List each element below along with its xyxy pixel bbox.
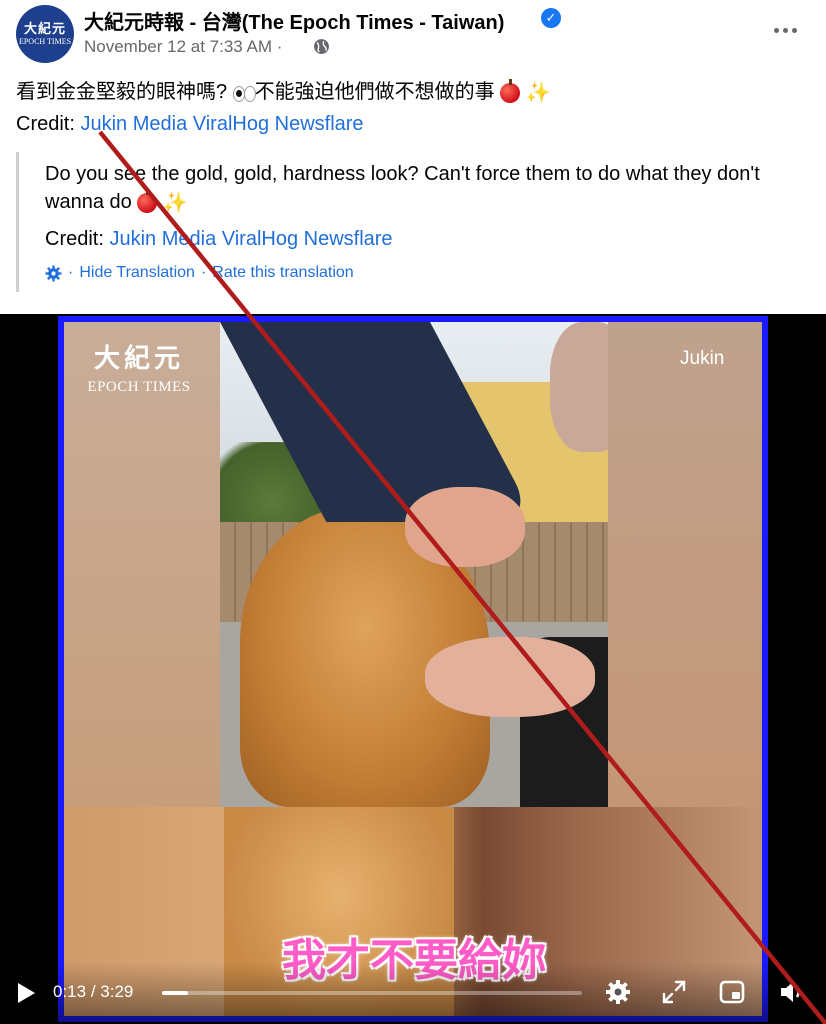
video-side-panel-right (608, 322, 762, 807)
sparkles-emoji-icon: ✨ (525, 82, 551, 105)
video-hand (405, 487, 525, 567)
hide-translation-link[interactable]: Hide Translation (79, 264, 195, 282)
fullscreen-icon[interactable] (660, 978, 688, 1006)
post-text: 看到金金堅毅的眼神嗎? 不能強迫他們做不想做的事 ✨ (16, 75, 551, 105)
verified-badge-icon: ✓ (541, 8, 561, 28)
video-player[interactable]: 大紀元 EPOCH TIMES Jukin 我才不要給妳 0:13 / 3:29 (0, 314, 826, 1024)
globe-icon (314, 39, 329, 54)
video-watermark: Jukin (680, 348, 725, 369)
logo-text-cn: 大紀元 (93, 344, 184, 374)
time-separator: / (90, 982, 96, 1001)
translation-credit: Credit: Jukin Media ViralHog Newsflare (45, 228, 393, 251)
video-frame: 大紀元 EPOCH TIMES Jukin 我才不要給妳 (58, 316, 768, 1022)
credit-label: Credit: (16, 113, 75, 135)
action-separator: · (68, 264, 74, 281)
avatar-logo-cn: 大紀元 (23, 22, 66, 37)
more-options-icon[interactable] (770, 18, 800, 42)
post-header: 大紀元 EPOCH TIMES 大紀元時報 - 台灣(The Epoch Tim… (0, 0, 826, 66)
avatar-logo-en: EPOCH TIMES (18, 37, 72, 46)
post-text-part1: 看到金金堅毅的眼神嗎? (16, 81, 228, 103)
apple-emoji-icon (500, 78, 521, 103)
logo-text-en: EPOCH TIMES (87, 379, 191, 395)
volume-icon[interactable] (778, 978, 806, 1006)
page-avatar[interactable]: 大紀元 EPOCH TIMES (16, 5, 74, 63)
translation-text: Do you see the gold, gold, hardness look… (45, 160, 805, 217)
rate-translation-link[interactable]: Rate this translation (212, 264, 353, 282)
translation-credit-links[interactable]: Jukin Media ViralHog Newsflare (109, 228, 392, 250)
translation-credit-label: Credit: (45, 228, 104, 250)
video-scene (220, 322, 630, 807)
translation-actions: · Hide Translation · Rate this translati… (45, 264, 354, 282)
post-timestamp[interactable]: November 12 at 7:33 AM (84, 37, 272, 56)
picture-in-picture-icon[interactable] (718, 978, 746, 1006)
progress-fill (162, 991, 189, 995)
video-hand-lower (425, 637, 595, 717)
gear-icon[interactable] (45, 265, 62, 282)
current-time: 0:13 (53, 982, 87, 1001)
action-separator: · (200, 264, 207, 281)
apple-emoji-icon (137, 188, 158, 213)
eyes-emoji-icon (232, 85, 256, 102)
post-meta: November 12 at 7:33 AM · (84, 37, 282, 57)
epoch-times-logo: 大紀元 EPOCH TIMES (74, 338, 204, 396)
video-controls: 0:13 / 3:29 (0, 962, 826, 1022)
progress-bar[interactable] (162, 991, 582, 995)
sparkles-emoji-icon: ✨ (162, 191, 188, 214)
settings-gear-icon[interactable] (604, 978, 632, 1006)
duration: 3:29 (100, 982, 134, 1001)
play-icon[interactable] (16, 982, 36, 1004)
credit-links[interactable]: Jukin Media ViralHog Newsflare (80, 113, 363, 135)
video-time: 0:13 / 3:29 (53, 982, 133, 1002)
meta-separator: · (276, 37, 283, 56)
post-credit: Credit: Jukin Media ViralHog Newsflare (16, 113, 364, 136)
post-text-part2: 不能強迫他們做不想做的事 (254, 81, 495, 103)
translation-block: Do you see the gold, gold, hardness look… (16, 152, 806, 292)
page-name-link[interactable]: 大紀元時報 - 台灣(The Epoch Times - Taiwan) (84, 6, 504, 35)
